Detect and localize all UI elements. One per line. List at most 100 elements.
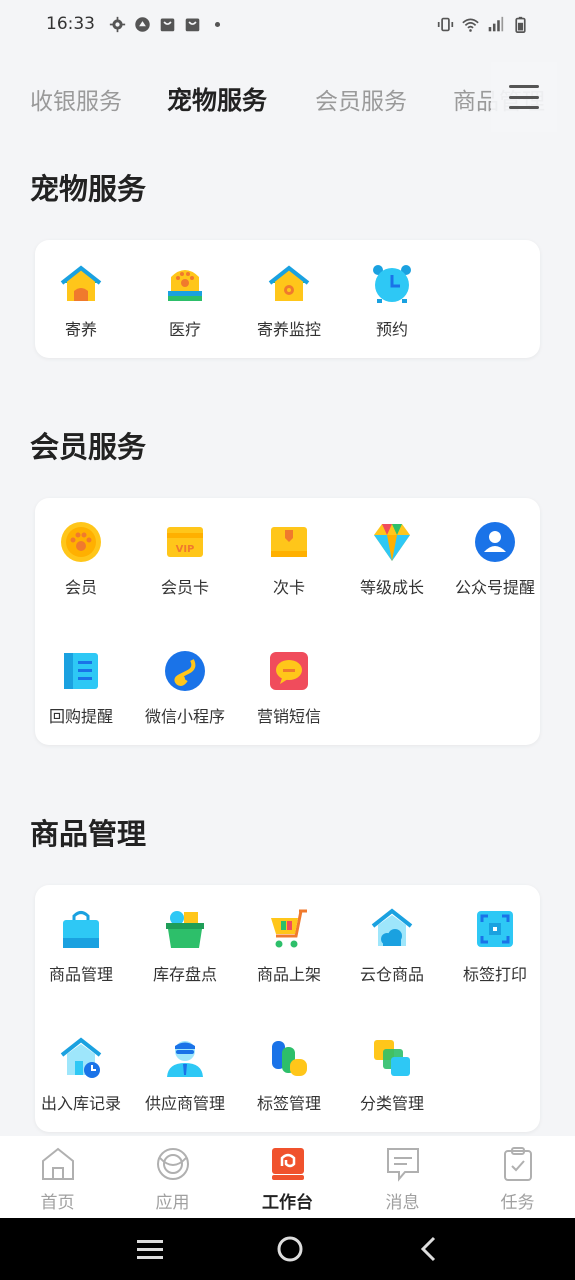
apps-icon bbox=[155, 1146, 191, 1182]
grid-item-goods-listing[interactable]: 商品上架 bbox=[237, 907, 341, 985]
shop-bag-icon bbox=[160, 18, 175, 31]
grid-item-tag-management[interactable]: 标签管理 bbox=[237, 1036, 341, 1114]
grid-item-cloud-warehouse[interactable]: 云仓商品 bbox=[340, 907, 444, 985]
home-circle-icon[interactable] bbox=[275, 1234, 305, 1264]
settings-gear-icon bbox=[109, 16, 126, 32]
grid-item-label: 寄养监控 bbox=[256, 320, 321, 339]
home-icon bbox=[40, 1146, 76, 1182]
grid-item-supplier-management[interactable]: 供应商管理 bbox=[133, 1036, 237, 1114]
nav-label: 应用 bbox=[155, 1193, 190, 1213]
alarm-clock-icon bbox=[370, 262, 414, 306]
grid-item-label: 公众号提醒 bbox=[454, 578, 535, 597]
grid-item-official-account[interactable]: 公众号提醒 bbox=[443, 520, 547, 598]
supplier-person-icon bbox=[163, 1036, 207, 1080]
nav-home[interactable]: 首页 bbox=[0, 1136, 115, 1218]
official-account-icon bbox=[473, 520, 517, 564]
member-paw-icon bbox=[59, 520, 103, 564]
status-system-icons bbox=[437, 16, 529, 33]
tab-member-service[interactable]: 会员服务 bbox=[315, 82, 407, 116]
nav-messages[interactable]: 消息 bbox=[345, 1136, 460, 1218]
shopping-bag-icon bbox=[59, 907, 103, 951]
grid-item-label: 分类管理 bbox=[359, 1094, 424, 1113]
grid-item-label: 商品上架 bbox=[256, 965, 321, 984]
tab-pet-service[interactable]: 宠物服务 bbox=[167, 81, 267, 117]
recent-apps-icon[interactable] bbox=[135, 1237, 165, 1261]
stock-record-house-icon bbox=[59, 1036, 103, 1080]
grid-item-marketing-sms[interactable]: 营销短信 bbox=[237, 649, 341, 727]
grid-item-mini-program[interactable]: 微信小程序 bbox=[133, 649, 237, 727]
vip-card-icon: VIP bbox=[163, 520, 207, 564]
grid-item-medical[interactable]: 医疗 bbox=[133, 262, 237, 340]
grid-item-label: 商品管理 bbox=[48, 965, 113, 984]
status-bar: 16:33 bbox=[0, 0, 575, 48]
hamburger-menu-icon bbox=[509, 85, 539, 109]
grid-item-label: 标签管理 bbox=[256, 1094, 321, 1113]
grid-item-vip-card[interactable]: VIP 会员卡 bbox=[133, 520, 237, 598]
grid-item-label: 回购提醒 bbox=[48, 707, 113, 726]
grid-item-member[interactable]: 会员 bbox=[29, 520, 133, 598]
mini-program-icon bbox=[163, 649, 207, 693]
grid-item-label: 出入库记录 bbox=[40, 1094, 121, 1113]
grid-item-boarding-monitor[interactable]: 寄养监控 bbox=[237, 262, 341, 340]
grid-item-label: 次卡 bbox=[272, 578, 305, 597]
task-clipboard-icon bbox=[500, 1146, 536, 1182]
tag-manage-icon bbox=[267, 1036, 311, 1080]
back-arrow-icon[interactable] bbox=[416, 1234, 440, 1264]
grid-item-appointment[interactable]: 预约 bbox=[340, 262, 444, 340]
svg-text:VIP: VIP bbox=[176, 544, 195, 555]
grid-item-level-growth[interactable]: 等级成长 bbox=[340, 520, 444, 598]
workbench-icon bbox=[270, 1146, 306, 1182]
grid-item-repurchase-reminder[interactable]: 回购提醒 bbox=[29, 649, 133, 727]
bottom-navigation: 首页 应用 工作台 消息 任务 bbox=[0, 1136, 575, 1218]
section-title-goods: 商品管理 bbox=[30, 817, 147, 851]
grid-item-label: 医疗 bbox=[168, 320, 201, 339]
signal-icon bbox=[488, 16, 504, 31]
grid-item-inventory-check[interactable]: 库存盘点 bbox=[133, 907, 237, 985]
wifi-icon bbox=[462, 18, 479, 32]
menu-button[interactable] bbox=[491, 62, 557, 132]
shopping-cart-icon bbox=[267, 907, 311, 951]
grid-item-punch-card[interactable]: 次卡 bbox=[237, 520, 341, 598]
grid-item-stock-record[interactable]: 出入库记录 bbox=[29, 1036, 133, 1114]
grid-item-label: 云仓商品 bbox=[359, 965, 424, 984]
boarding-monitor-icon bbox=[267, 262, 311, 306]
grid-item-label: 寄养 bbox=[64, 320, 97, 339]
nav-workbench[interactable]: 工作台 bbox=[230, 1136, 345, 1218]
goods-management-card: 商品管理 库存盘点 商品上架 云仓商品 标签打印 出入库记录 供应商管理 标签管… bbox=[35, 885, 540, 1132]
section-title-pet: 宠物服务 bbox=[30, 172, 147, 206]
system-navigation-bar bbox=[0, 1218, 575, 1280]
nav-label: 消息 bbox=[385, 1193, 420, 1213]
dot-icon bbox=[214, 21, 221, 27]
grid-item-label: 等级成长 bbox=[359, 578, 424, 597]
nav-apps[interactable]: 应用 bbox=[115, 1136, 230, 1218]
grid-item-label: 供应商管理 bbox=[144, 1094, 225, 1113]
grid-item-boarding[interactable]: 寄养 bbox=[29, 262, 133, 340]
cloud-warehouse-icon bbox=[370, 907, 414, 951]
inventory-basket-icon bbox=[163, 907, 207, 951]
nav-tasks[interactable]: 任务 bbox=[460, 1136, 575, 1218]
grid-item-goods-management[interactable]: 商品管理 bbox=[29, 907, 133, 985]
app-badge-icon bbox=[135, 16, 150, 32]
nav-label: 首页 bbox=[40, 1193, 75, 1213]
grid-item-label: 库存盘点 bbox=[152, 965, 217, 984]
member-service-card: 会员 VIP 会员卡 次卡 等级成长 公众号提醒 回购提醒 微信小程序 营销短信 bbox=[35, 498, 540, 745]
sms-chat-icon bbox=[267, 649, 311, 693]
nav-label: 任务 bbox=[500, 1193, 535, 1213]
medical-paw-icon bbox=[163, 262, 207, 306]
vibrate-icon bbox=[437, 17, 454, 31]
battery-icon bbox=[515, 16, 526, 33]
grid-item-category-management[interactable]: 分类管理 bbox=[340, 1036, 444, 1114]
punch-card-icon bbox=[267, 520, 311, 564]
grid-item-label: 会员卡 bbox=[160, 578, 209, 597]
shop-bag-icon-2 bbox=[185, 18, 200, 31]
category-squares-icon bbox=[370, 1036, 414, 1080]
tab-cashier[interactable]: 收银服务 bbox=[30, 82, 122, 116]
grid-item-label: 预约 bbox=[375, 320, 408, 339]
grid-item-label: 标签打印 bbox=[462, 965, 527, 984]
pet-service-card: 寄养 医疗 寄养监控 预约 bbox=[35, 240, 540, 358]
grid-item-label-print[interactable]: 标签打印 bbox=[443, 907, 547, 985]
scan-frame-icon bbox=[473, 907, 517, 951]
message-icon bbox=[385, 1146, 421, 1182]
boarding-house-icon bbox=[59, 262, 103, 306]
grid-item-label: 微信小程序 bbox=[144, 707, 225, 726]
